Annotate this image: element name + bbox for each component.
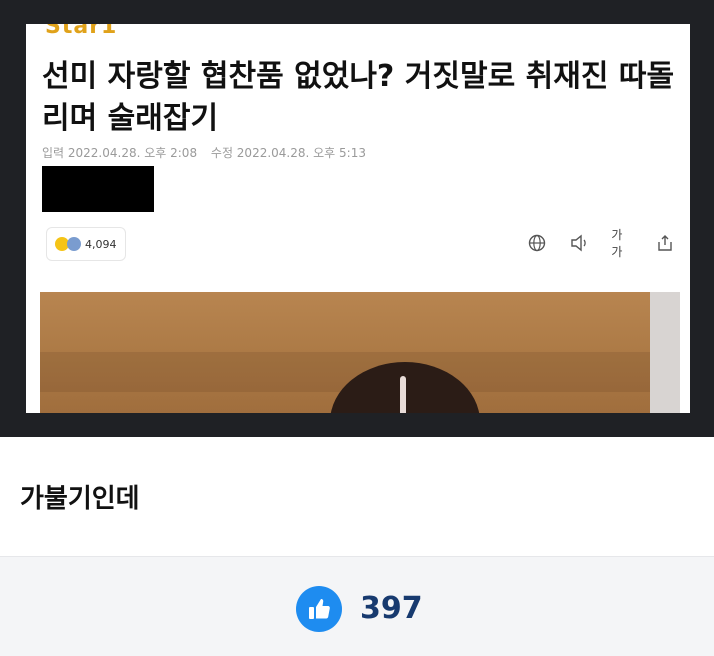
like-bar: 397 <box>0 556 714 656</box>
photo-hair-part <box>400 376 406 413</box>
article-photo <box>40 292 680 413</box>
comment-text: 가불기인데 <box>20 484 140 514</box>
modified-time: 수정 2022.04.28. 오후 5:13 <box>210 146 366 160</box>
reaction-badge[interactable]: 4,094 <box>46 227 126 261</box>
article-toolbar: 가가 <box>526 228 676 259</box>
news-brand: Star1 <box>45 24 118 39</box>
surprise-emoji-icon <box>67 237 81 251</box>
like-count: 397 <box>360 591 423 626</box>
published-time: 입력 2022.04.28. 오후 2:08 <box>42 146 198 160</box>
like-button[interactable] <box>296 586 342 632</box>
embedded-screenshot: Star1 선미 자랑할 협찬품 없었나? 거짓말로 취재진 따돌리며 술래잡기… <box>0 0 714 437</box>
font-size-button[interactable]: 가가 <box>611 228 633 259</box>
reaction-count: 4,094 <box>85 237 117 251</box>
photo-wall <box>650 292 680 413</box>
article-card: Star1 선미 자랑할 협찬품 없었나? 거짓말로 취재진 따돌리며 술래잡기… <box>26 24 690 413</box>
globe-icon[interactable] <box>526 232 548 254</box>
share-icon[interactable] <box>654 232 676 254</box>
article-headline: 선미 자랑할 협찬품 없었나? 거짓말로 취재진 따돌리며 술래잡기 <box>42 59 675 136</box>
article-meta: 입력 2022.04.28. 오후 2:08 수정 2022.04.28. 오후… <box>42 144 376 161</box>
thumbs-up-icon <box>309 599 330 619</box>
redaction-box <box>42 166 154 212</box>
speaker-icon[interactable] <box>569 232 591 254</box>
